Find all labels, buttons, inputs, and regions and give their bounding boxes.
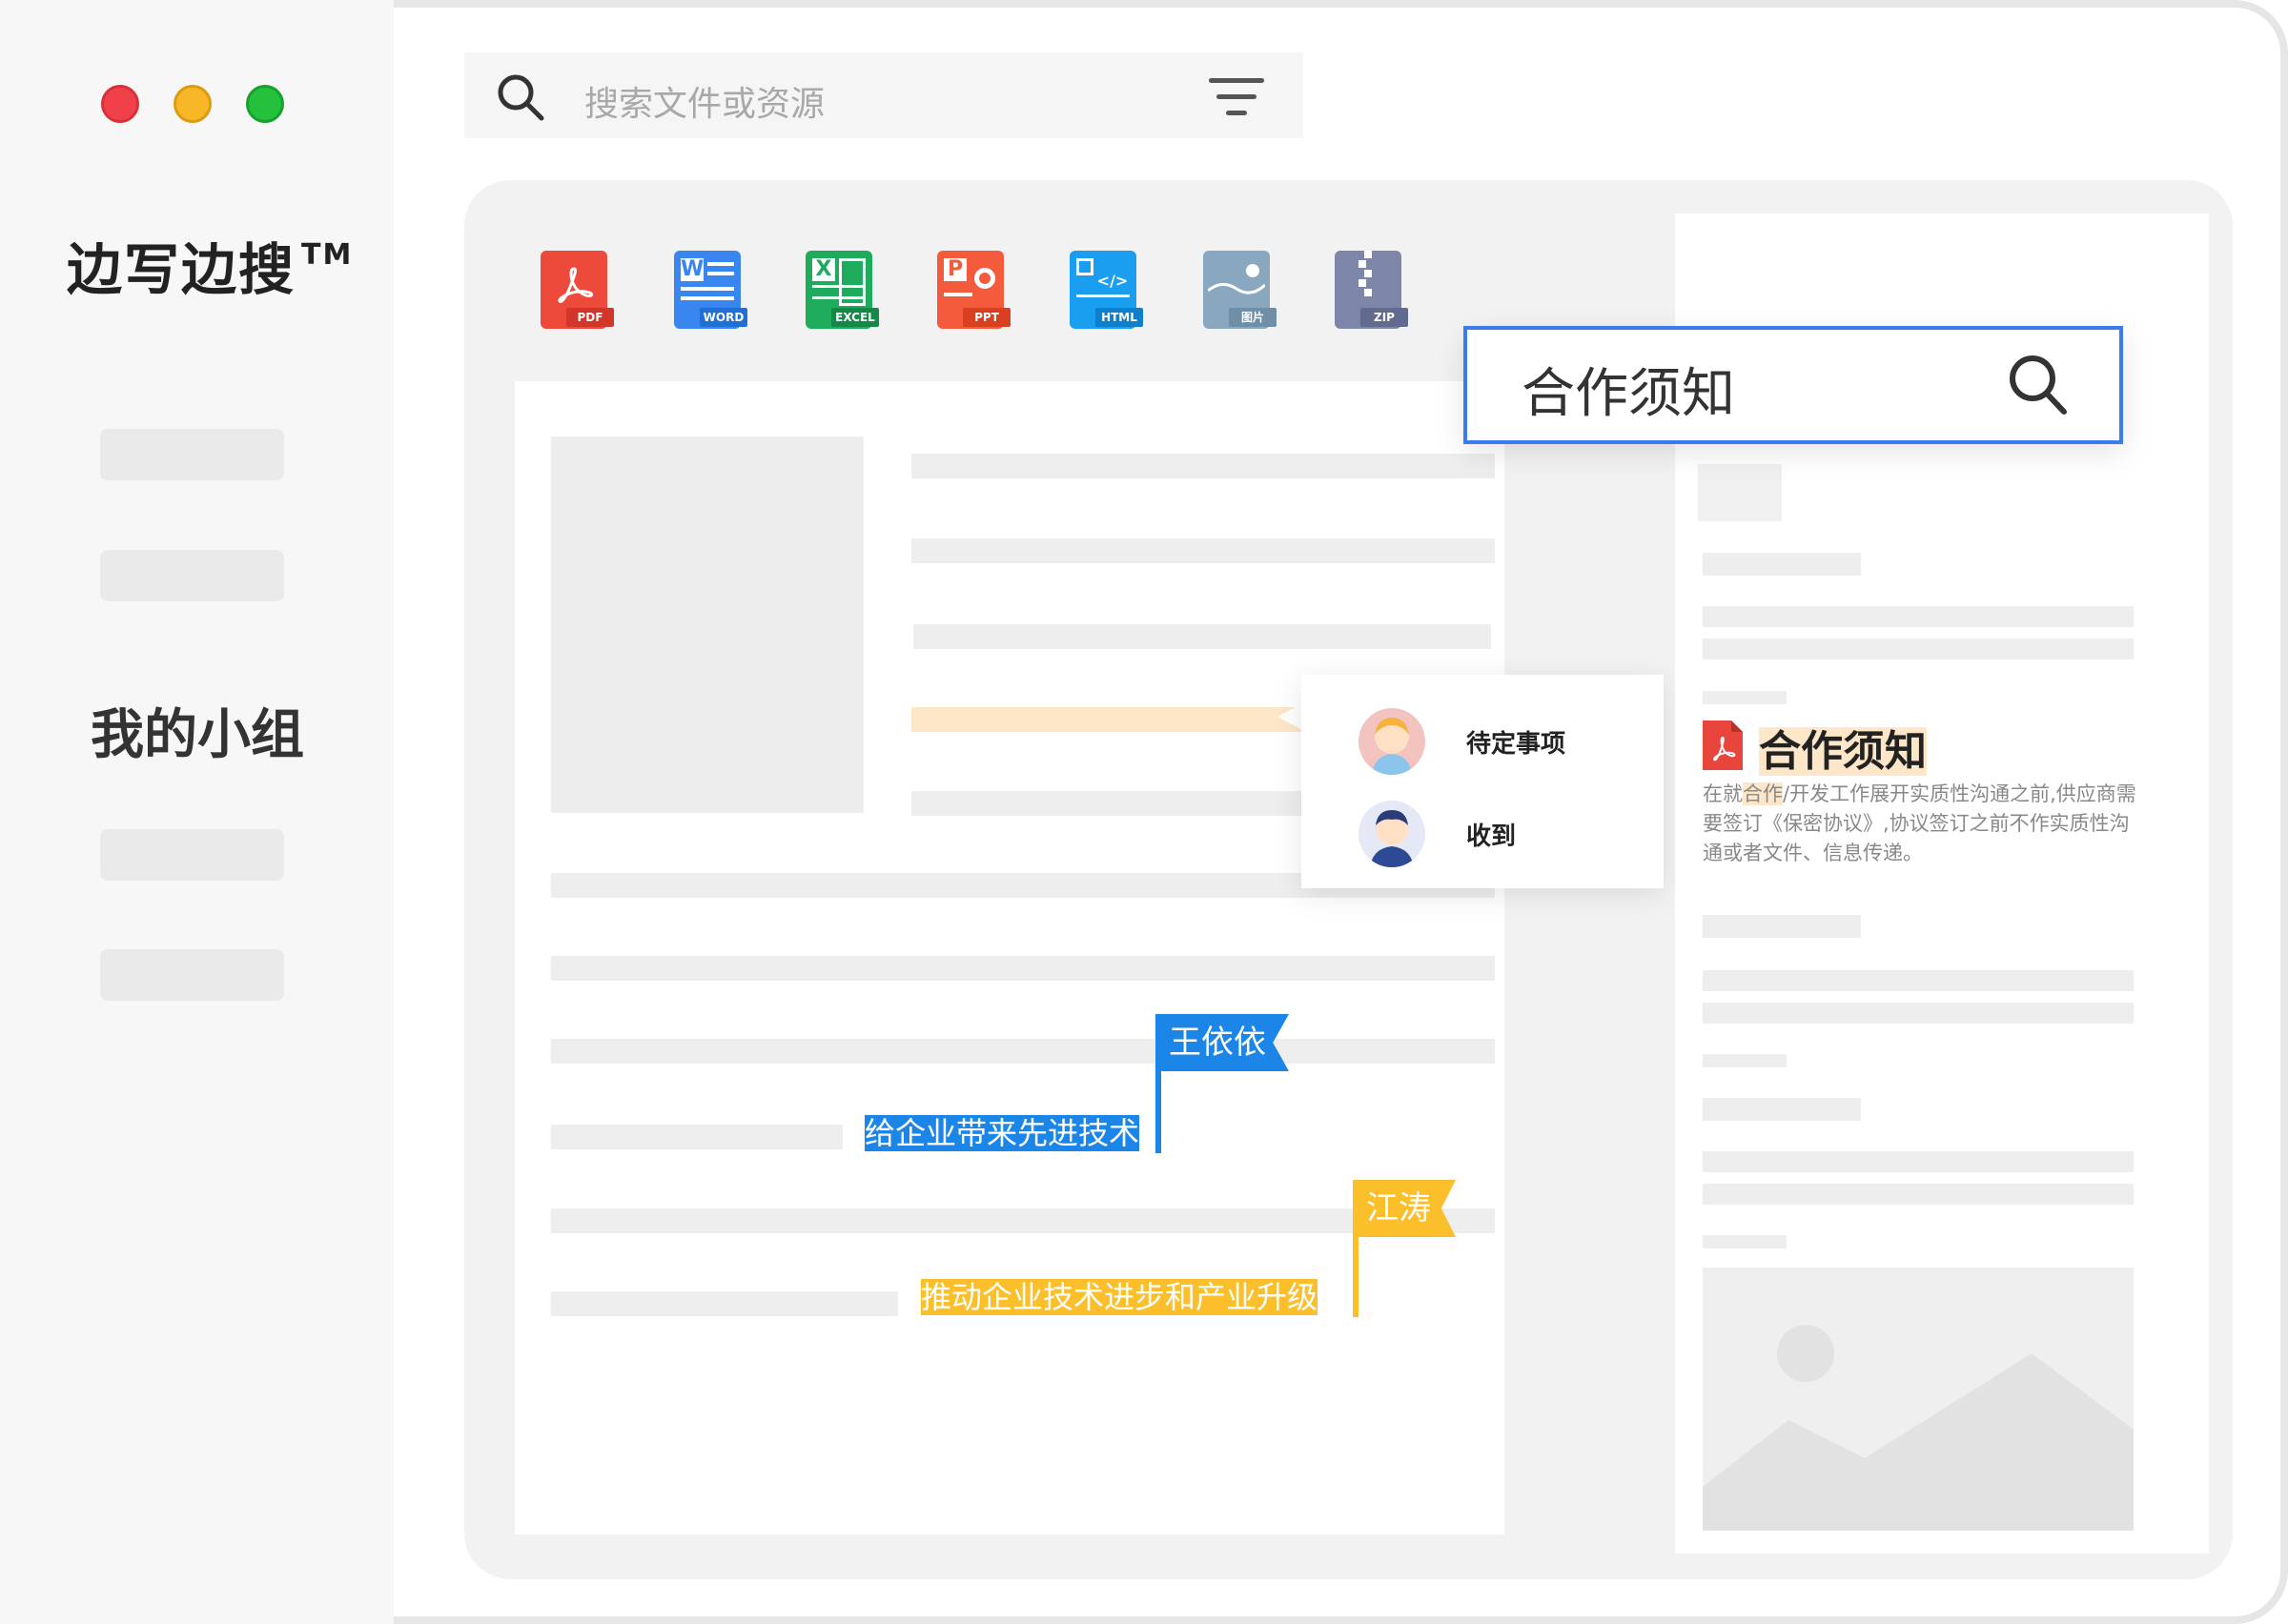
- text-line-placeholder: [911, 538, 1495, 563]
- highlighted-text-line[interactable]: [911, 707, 1312, 732]
- avatar-boy-icon[interactable]: [1358, 801, 1425, 867]
- group-item-placeholder[interactable]: [100, 949, 284, 1001]
- text-line-placeholder: [1703, 1235, 1787, 1248]
- text-line-placeholder: [1703, 1003, 2134, 1024]
- annotation-user-flag[interactable]: 王依依: [1155, 1014, 1289, 1071]
- text-line-placeholder: [1703, 1054, 1787, 1067]
- image-placeholder-icon: [1703, 1268, 2134, 1531]
- text-line-placeholder: [1703, 639, 2134, 660]
- annotation-user-name: 江涛: [1366, 1189, 1431, 1228]
- trademark: TM: [301, 238, 354, 272]
- text-line-placeholder: [551, 1039, 1495, 1064]
- pdf-file-icon[interactable]: PDF: [536, 243, 618, 335]
- zip-tag: ZIP: [1360, 308, 1408, 327]
- acrobat-icon: [558, 267, 594, 304]
- excel-tag: EXCEL: [831, 308, 879, 327]
- sidebar-item-placeholder[interactable]: [100, 429, 284, 480]
- text-line-placeholder: [1703, 606, 2134, 627]
- text-line-placeholder: [1703, 970, 2134, 991]
- sidebar: 边写边搜 TM 我的小组: [0, 0, 394, 1624]
- text-line-placeholder: [911, 454, 1495, 478]
- image-file-icon[interactable]: 图片: [1198, 243, 1280, 335]
- panel-placeholder: [1698, 464, 1782, 521]
- snippet-text: 在就: [1703, 782, 1743, 805]
- sidebar-item-placeholder[interactable]: [100, 550, 284, 601]
- popup-item-label[interactable]: 收到: [1466, 817, 1516, 852]
- zip-file-icon[interactable]: ZIP: [1330, 243, 1412, 335]
- pdf-tag: PDF: [566, 308, 614, 327]
- maximize-window-button[interactable]: [246, 85, 284, 123]
- comment-popup: [1301, 675, 1664, 888]
- word-tag: WORD: [700, 308, 747, 327]
- html-tag: HTML: [1095, 308, 1143, 327]
- snippet-highlight: 合作: [1743, 782, 1783, 805]
- text-line-placeholder: [1703, 1098, 1861, 1121]
- text-line-placeholder: [551, 1291, 898, 1316]
- avatar-girl-icon[interactable]: [1358, 708, 1425, 775]
- excel-file-icon[interactable]: X EXCEL: [801, 243, 883, 335]
- text-line-placeholder: [551, 1125, 843, 1149]
- search-icon[interactable]: [496, 72, 545, 122]
- result-title-text: 合作须知: [1759, 727, 1927, 776]
- group-item-placeholder[interactable]: [100, 829, 284, 881]
- app-title-text: 边写边搜: [67, 237, 296, 302]
- wave-icon: [1208, 283, 1265, 294]
- html-file-icon[interactable]: </> HTML: [1065, 243, 1147, 335]
- popup-item-label[interactable]: 待定事项: [1466, 724, 1565, 760]
- annotation-user-flag[interactable]: 江涛: [1353, 1180, 1456, 1237]
- minimize-window-button[interactable]: [174, 85, 212, 123]
- app-title: 边写边搜 TM: [67, 225, 353, 305]
- pdf-icon: [1703, 721, 1743, 770]
- text-line-placeholder: [551, 956, 1495, 981]
- text-line-placeholder: [1703, 1184, 2134, 1205]
- text-line-placeholder: [911, 791, 1312, 816]
- result-snippet: 在就合作/开发工作展开实质性沟通之前,供应商需要签订《保密协议》,协议签订之前不…: [1703, 780, 2137, 868]
- annotated-text-selection[interactable]: 给企业带来先进技术: [865, 1115, 1140, 1151]
- annotation-user-name: 王依依: [1169, 1024, 1266, 1062]
- document-image-placeholder: [551, 436, 864, 813]
- result-title[interactable]: 合作须知: [1759, 717, 1927, 778]
- ppt-tag: PPT: [963, 308, 1011, 327]
- text-line-placeholder: [1703, 915, 1861, 938]
- text-line-placeholder: [1703, 1151, 2134, 1172]
- text-line-placeholder: [1703, 553, 1861, 576]
- filter-icon[interactable]: [1209, 78, 1264, 118]
- floating-search-input[interactable]: 合作须知: [1522, 351, 1735, 428]
- word-file-icon[interactable]: W WORD: [669, 243, 751, 335]
- annotated-text-selection[interactable]: 推动企业技术进步和产业升级: [921, 1279, 1318, 1315]
- ppt-file-icon[interactable]: P PPT: [932, 243, 1014, 335]
- popup-arrow: [1277, 703, 1302, 730]
- text-line-placeholder: [1703, 691, 1787, 704]
- close-window-button[interactable]: [101, 85, 139, 123]
- group-title: 我的小组: [91, 704, 304, 766]
- search-input[interactable]: 搜索文件或资源: [584, 76, 825, 126]
- text-line-placeholder: [913, 624, 1491, 649]
- image-tag: 图片: [1229, 308, 1277, 327]
- search-icon[interactable]: [2007, 353, 2068, 416]
